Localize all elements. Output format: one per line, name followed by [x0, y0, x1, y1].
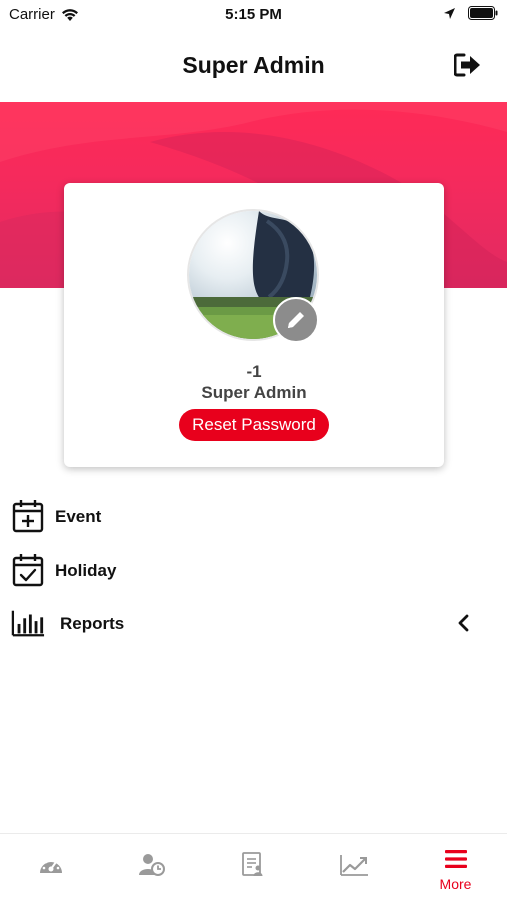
chevron-left-icon[interactable]: [457, 614, 471, 632]
pencil-icon: [288, 312, 304, 328]
tab-label: More: [439, 876, 472, 892]
logout-button[interactable]: [453, 52, 483, 78]
battery-icon: [468, 6, 498, 20]
status-time: 5:15 PM: [225, 6, 282, 23]
profile-name: Super Admin: [201, 383, 307, 402]
tab-documents[interactable]: [202, 834, 303, 900]
dashboard-gauge-icon: [0, 852, 101, 878]
trend-chart-icon: [303, 852, 404, 878]
user-clock-icon: [101, 852, 202, 878]
edit-avatar-button[interactable]: [273, 297, 319, 343]
calendar-plus-icon: [11, 499, 45, 533]
menu-item-label: Reports: [60, 614, 125, 633]
status-right-group: [443, 6, 498, 20]
tab-dashboard[interactable]: [0, 834, 101, 900]
menu-item-label: Event: [55, 507, 102, 526]
tab-attendance[interactable]: [101, 834, 202, 900]
header: Super Admin: [0, 30, 507, 102]
tab-bar: More: [0, 833, 507, 900]
profile-id: -1: [246, 362, 262, 381]
location-arrow-icon: [444, 7, 455, 19]
logout-icon: [454, 53, 480, 77]
profile-card: -1 Super Admin Reset Password: [64, 183, 444, 467]
tab-more[interactable]: More: [405, 834, 506, 900]
tab-analytics[interactable]: [303, 834, 404, 900]
menu-item-label: Holiday: [55, 561, 117, 580]
avatar-container: [187, 209, 319, 343]
menu-item-event[interactable]: Event: [0, 499, 507, 539]
menu-item-holiday[interactable]: Holiday: [0, 553, 507, 593]
menu-item-reports[interactable]: Reports: [0, 606, 507, 646]
page-title: Super Admin: [182, 52, 325, 78]
document-user-icon: [202, 852, 303, 878]
menu-icon: [405, 846, 506, 872]
bar-chart-icon: [11, 606, 45, 640]
reset-password-button[interactable]: Reset Password: [179, 409, 329, 441]
calendar-check-icon: [11, 553, 45, 587]
status-bar: Carrier 5:15 PM: [0, 0, 507, 30]
